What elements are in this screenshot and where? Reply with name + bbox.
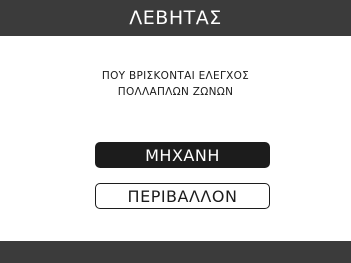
- bottom-bar: [0, 241, 351, 263]
- prompt-line-2: ΠΟΛΛΑΠΛΩΝ ΖΩΝΩΝ: [117, 86, 234, 98]
- option-environment-button[interactable]: ΠΕΡΙΒΑΛΛΟΝ: [95, 183, 270, 209]
- prompt-message: ΠΟΥ ΒΡΙΣΚΟΝΤΑΙ ΕΛΕΓΧΟΣ ΠΟΛΛΑΠΛΩΝ ΖΩΝΩΝ: [0, 68, 351, 100]
- option-environment-label: ΠΕΡΙΒΑΛΛΟΝ: [127, 186, 238, 206]
- option-machine-label: ΜΗΧΑΝΗ: [145, 145, 220, 165]
- title-bar: ΛΕΒΗΤΑΣ: [0, 0, 351, 36]
- display-screen: ΛΕΒΗΤΑΣ ΠΟΥ ΒΡΙΣΚΟΝΤΑΙ ΕΛΕΓΧΟΣ ΠΟΛΛΑΠΛΩΝ…: [0, 0, 351, 263]
- screen-title: ΛΕΒΗΤΑΣ: [129, 7, 222, 29]
- prompt-line-1: ΠΟΥ ΒΡΙΣΚΟΝΤΑΙ ΕΛΕΓΧΟΣ: [101, 70, 250, 82]
- option-machine-button[interactable]: ΜΗΧΑΝΗ: [95, 142, 270, 168]
